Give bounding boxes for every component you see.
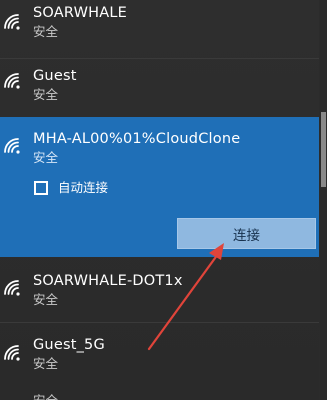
network-ssid: SOARWHALE	[33, 5, 127, 21]
network-security: 安全	[33, 87, 59, 102]
network-security: 安全	[33, 24, 59, 39]
network-ssid: SOARWHALE-DOT1x	[33, 273, 183, 289]
scrollbar[interactable]	[319, 0, 327, 400]
network-item-guest-5g[interactable]: Guest_5G 安全	[0, 323, 319, 385]
auto-connect-checkbox[interactable]	[34, 181, 48, 195]
network-item-partial[interactable]: 安全	[0, 386, 319, 400]
network-security: 安全	[33, 356, 59, 371]
wifi-signal-icon	[2, 12, 24, 30]
wifi-signal-icon	[2, 136, 24, 154]
network-item-soarwhale[interactable]: SOARWHALE 安全	[0, 0, 319, 58]
network-ssid: Guest	[33, 68, 77, 84]
wifi-signal-icon	[2, 71, 24, 89]
network-security: 安全	[33, 150, 59, 165]
network-ssid: MHA-AL00%01%CloudClone	[33, 131, 241, 147]
connect-button[interactable]: 连接	[177, 218, 316, 249]
scrollbar-thumb[interactable]	[321, 112, 326, 187]
network-security: 安全	[33, 292, 59, 307]
network-ssid: Guest_5G	[33, 337, 105, 353]
wifi-signal-icon	[2, 278, 24, 296]
network-item-soarwhale-dot1x[interactable]: SOARWHALE-DOT1x 安全	[0, 258, 319, 321]
wifi-signal-icon	[2, 343, 24, 361]
network-item-guest[interactable]: Guest 安全	[0, 59, 319, 117]
network-security: 安全	[33, 393, 58, 400]
auto-connect-label: 自动连接	[58, 180, 109, 195]
wifi-network-list: SOARWHALE 安全 Guest 安全 MHA-AL00%01%CloudC…	[0, 0, 327, 400]
